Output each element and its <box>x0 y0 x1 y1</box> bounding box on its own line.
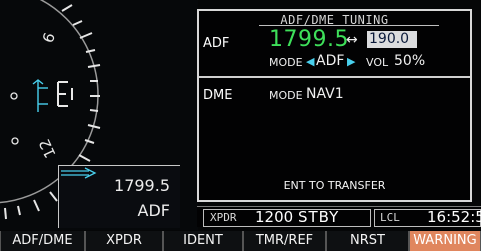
adf-standby-frequency-field[interactable]: 190.0 <box>367 31 417 48</box>
softkey-warning[interactable]: WARNING <box>409 231 481 251</box>
softkey-adf-dme[interactable]: ADF/DME <box>0 231 85 251</box>
status-strip: XPDR 1200 STBY LCL 16:52:5 <box>197 206 481 227</box>
softkey-ident[interactable]: IDENT <box>163 231 243 251</box>
bearing-source: ADF <box>137 201 170 220</box>
dme-mode-value[interactable]: NAV1 <box>306 86 344 102</box>
squawk-code: 1200 <box>255 208 294 226</box>
section-divider <box>199 76 470 78</box>
hsi-compass: 6 12 1799.5 ADF <box>0 0 198 230</box>
bearing-frequency: 1799.5 <box>114 176 170 195</box>
volume-value[interactable]: 50% <box>394 53 425 69</box>
bearing-info-box: 1799.5 ADF <box>58 165 180 228</box>
cdi-dot <box>10 92 18 100</box>
adf-mode-value[interactable]: ADF <box>316 53 344 69</box>
bearing-pointer-arrow-icon <box>61 167 97 179</box>
dme-mode-label: MODE <box>269 89 303 102</box>
xpdr-label: XPDR <box>210 211 237 224</box>
adf-active-frequency: 1799.5 <box>269 27 349 52</box>
dme-label: DME <box>203 88 233 103</box>
bearing-pointer-icon <box>32 79 48 112</box>
swap-arrow-icon: ↔ <box>346 32 358 48</box>
volume-label: VOL <box>366 56 389 69</box>
softkey-xpdr[interactable]: XPDR <box>85 231 163 251</box>
title-underline <box>259 25 439 26</box>
softkey-tmr-ref[interactable]: TMR/REF <box>243 231 326 251</box>
clock-time: 16:52:5 <box>427 208 481 226</box>
heading-numeral-12: 12 <box>35 136 59 161</box>
adf-label: ADF <box>203 36 230 51</box>
mode-right-arrow-icon[interactable]: ▶ <box>347 55 355 68</box>
transfer-instruction: ENT TO TRANSFER <box>283 179 386 192</box>
softkey-bar: ADF/DME XPDR IDENT TMR/REF NRST WARNING <box>0 231 481 251</box>
adf-dme-tuning-window: ADF/DME TUNING ADF 1799.5 ↔ 190.0 MODE ◀… <box>197 9 472 202</box>
transponder-mode: STBY <box>298 208 340 226</box>
course-deviation-icon <box>57 81 73 107</box>
time-reference-label: LCL <box>380 211 400 224</box>
cdi-dot <box>11 137 19 145</box>
mode-left-arrow-icon[interactable]: ◀ <box>306 55 314 68</box>
adf-mode-label: MODE <box>269 56 303 69</box>
heading-numeral-6: 6 <box>39 30 59 45</box>
softkey-nrst[interactable]: NRST <box>326 231 409 251</box>
pfd-screen: 6 12 1799.5 ADF ADF/DME TUNING ADF 1799.… <box>0 0 481 251</box>
